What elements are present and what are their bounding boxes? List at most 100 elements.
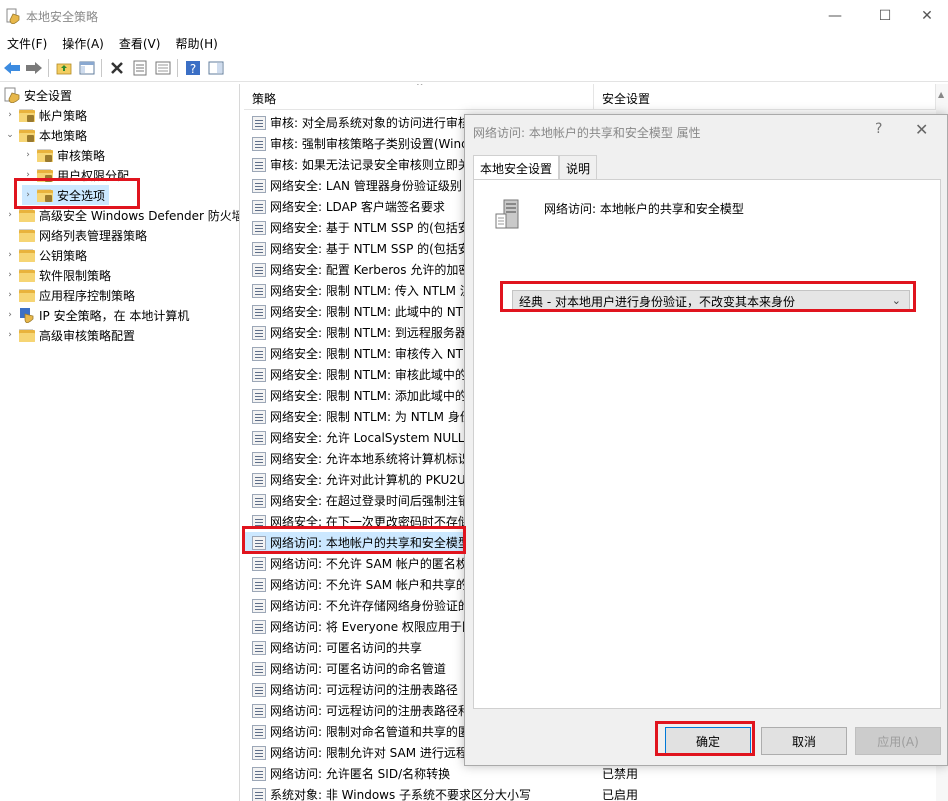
properties-dialog: 网络访问: 本地帐户的共享和安全模型 属性 ? ✕ 本地安全设置 说明 网络访问… — [464, 114, 948, 766]
svg-text:?: ? — [190, 62, 196, 76]
help-button[interactable]: ? — [183, 58, 203, 78]
chevron-right-icon[interactable]: › — [4, 110, 16, 120]
policy-item-icon — [252, 598, 266, 613]
menu-file[interactable]: 文件(F) — [0, 32, 55, 54]
tab-explain[interactable]: 说明 — [559, 155, 598, 179]
tree-item-label: IP 安全策略，在 本地计算机 — [39, 308, 190, 323]
toolbar-separator — [177, 59, 178, 77]
cancel-button[interactable]: 取消 — [761, 727, 847, 755]
policy-item-icon — [252, 346, 266, 361]
policy-item-icon — [252, 577, 266, 592]
chevron-right-icon[interactable]: › — [4, 250, 16, 260]
toolbar-separator — [101, 59, 102, 77]
back-button[interactable] — [2, 58, 22, 78]
tab-local-security-setting[interactable]: 本地安全设置 — [473, 155, 560, 180]
scroll-up-arrow-icon[interactable]: ▲ — [938, 90, 944, 99]
tree-item-account-policies[interactable]: › 帐户策略 — [4, 105, 87, 125]
chevron-right-icon[interactable]: › — [4, 210, 16, 220]
policy-item-icon — [252, 619, 266, 634]
tree-item-label: 本地策略 — [39, 128, 88, 143]
menu-action[interactable]: 操作(A) — [55, 32, 112, 54]
folder-up-icon — [56, 63, 72, 75]
policy-item-icon — [252, 766, 266, 781]
chevron-right-icon[interactable]: › — [4, 310, 16, 320]
folder-icon — [19, 328, 35, 342]
tree-item-audit-policy[interactable]: › 审核策略 — [22, 145, 105, 165]
tree-item-software-restriction[interactable]: › 软件限制策略 — [4, 265, 111, 285]
server-policy-icon — [495, 199, 519, 229]
folder-icon — [19, 228, 35, 242]
tree-item-public-key-policies[interactable]: › 公钥策略 — [4, 245, 87, 265]
tree-item-label: 审核策略 — [57, 148, 106, 163]
tab-panel: 网络访问: 本地帐户的共享和安全模型 经典 - 对本地用户进行身份验证，不改变其… — [473, 179, 941, 709]
console-tree-icon — [79, 61, 95, 75]
tree-item-label: 高级安全 Windows Defender 防火墙 — [39, 208, 240, 223]
dialog-tabs: 本地安全设置 说明 — [473, 155, 598, 180]
policy-name-cell: 系统对象: 非 Windows 子系统不要求区分大小写 — [270, 788, 532, 801]
tree-item-ip-security[interactable]: › IP 安全策略，在 本地计算机 — [4, 305, 189, 325]
apply-button[interactable]: 应用(A) — [855, 727, 941, 755]
policy-item-icon — [252, 388, 266, 403]
policy-item-icon — [252, 787, 266, 801]
show-hide-tree-button[interactable] — [77, 58, 97, 78]
help-icon: ? — [186, 61, 200, 76]
tree-item-local-policies[interactable]: ⌄ 本地策略 — [4, 125, 87, 145]
policy-item-icon — [252, 325, 266, 340]
policy-item-icon — [252, 640, 266, 655]
tree-item-label: 软件限制策略 — [39, 268, 112, 283]
up-one-level-button[interactable] — [54, 58, 74, 78]
policy-item-icon — [252, 367, 266, 382]
chevron-down-icon[interactable]: ⌄ — [4, 130, 16, 140]
tree-item-network-list-manager[interactable]: 网络列表管理器策略 — [4, 225, 147, 245]
chevron-right-icon[interactable]: › — [4, 290, 16, 300]
tree-item-security-settings[interactable]: 安全设置 — [4, 85, 72, 105]
tree-item-label: 高级审核策略配置 — [39, 328, 136, 343]
tree-item-label: 网络列表管理器策略 — [39, 228, 148, 243]
dialog-help-button[interactable]: ? — [875, 121, 882, 137]
close-button[interactable]: ✕ — [904, 0, 948, 32]
minimize-button[interactable]: — — [812, 0, 858, 32]
column-header-label: 策略 — [252, 92, 277, 106]
tree-item-label: 公钥策略 — [39, 248, 88, 263]
tree-item-label: 帐户策略 — [39, 108, 88, 123]
policy-item-icon — [252, 136, 266, 151]
chevron-right-icon[interactable]: › — [4, 270, 16, 280]
menu-bar: 文件(F) 操作(A) 查看(V) 帮助(H) — [0, 32, 948, 54]
table-row[interactable]: 系统对象: 非 Windows 子系统不要求区分大小写 已启用 — [244, 784, 948, 801]
policy-item-icon — [252, 262, 266, 277]
forward-button[interactable] — [24, 58, 44, 78]
folder-icon — [19, 268, 35, 282]
window-title: 本地安全策略 — [26, 10, 99, 24]
action-pane-button[interactable] — [206, 58, 226, 78]
delete-x-icon — [111, 62, 123, 74]
tree-item-advanced-audit[interactable]: › 高级审核策略配置 — [4, 325, 135, 345]
menu-view[interactable]: 查看(V) — [112, 32, 169, 54]
policy-item-icon — [252, 556, 266, 571]
column-header-label: 安全设置 — [602, 92, 651, 106]
tree-item-label: 应用程序控制策略 — [39, 288, 136, 303]
policy-item-icon — [252, 430, 266, 445]
menu-help[interactable]: 帮助(H) — [168, 32, 225, 54]
highlight-security-options — [14, 178, 140, 209]
policy-item-icon — [252, 682, 266, 697]
tree-item-app-control[interactable]: › 应用程序控制策略 — [4, 285, 135, 305]
dialog-close-button[interactable]: ✕ — [915, 120, 928, 139]
delete-button[interactable] — [107, 58, 127, 78]
toolbar: ? — [0, 55, 948, 82]
policy-item-icon — [252, 745, 266, 760]
toolbar-separator — [48, 59, 49, 77]
maximize-button[interactable]: ☐ — [862, 0, 908, 32]
folder-icon — [37, 148, 53, 162]
policy-item-icon — [252, 220, 266, 235]
folder-icon — [19, 128, 35, 142]
table-row[interactable]: 网络访问: 允许匿名 SID/名称转换 已禁用 — [244, 763, 948, 784]
chevron-right-icon[interactable]: › — [4, 330, 16, 340]
policy-item-icon — [252, 493, 266, 508]
policy-item-icon — [252, 451, 266, 466]
chevron-right-icon[interactable]: › — [22, 150, 34, 160]
export-list-button[interactable] — [153, 58, 173, 78]
column-header-setting[interactable]: 安全设置 — [594, 84, 936, 110]
properties-button[interactable] — [130, 58, 150, 78]
shield-icon — [4, 87, 20, 103]
policy-item-icon — [252, 703, 266, 718]
